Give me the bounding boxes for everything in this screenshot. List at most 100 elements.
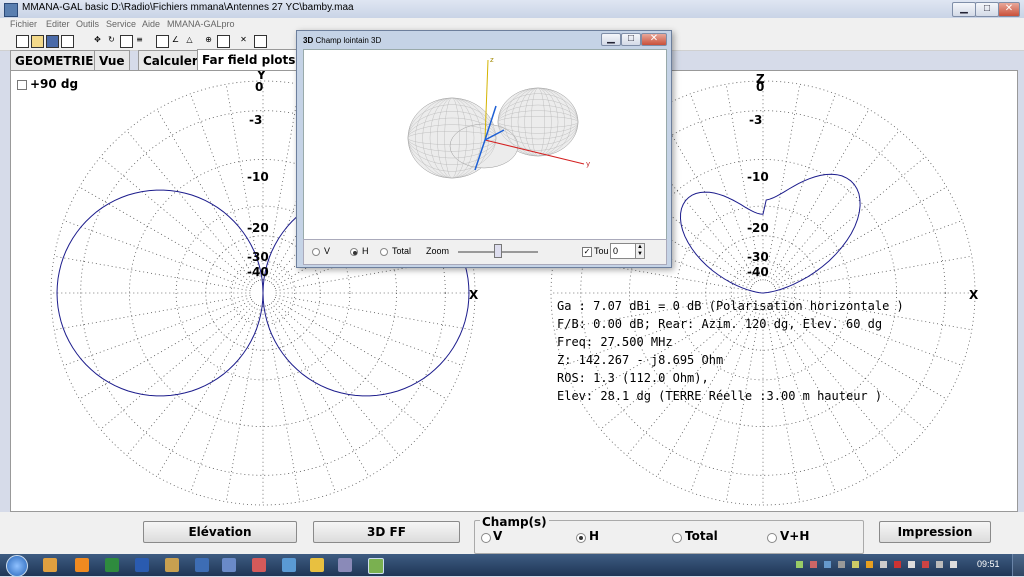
dialog-z-axis-label: z: [490, 56, 494, 64]
left-scale-3: -3: [249, 113, 262, 127]
tou-checkbox[interactable]: ✓: [582, 247, 592, 257]
pages-icon[interactable]: [217, 35, 230, 48]
grid-spoke: [100, 156, 254, 286]
grid-spoke: [770, 130, 900, 284]
champ-radio-h[interactable]: [576, 533, 586, 543]
grid-spoke: [769, 109, 870, 283]
champ-label-total: Total: [685, 529, 718, 543]
result-fb: F/B: 0.00 dB; Rear: Azim. 120 dg, Elev. …: [557, 317, 883, 331]
menu-outils[interactable]: Outils: [76, 19, 99, 29]
right-scale-0: 0: [756, 80, 764, 94]
volume-icon[interactable]: [950, 561, 957, 568]
dialog-close-button[interactable]: ✕: [641, 33, 667, 46]
tray-icon-6[interactable]: [866, 561, 873, 568]
dialog-label-h: H: [362, 246, 369, 256]
document-icon[interactable]: [156, 35, 169, 48]
menu-service[interactable]: Service: [106, 19, 136, 29]
triangle-icon[interactable]: △: [184, 35, 195, 46]
dialog-minimize-button[interactable]: ▁: [601, 33, 621, 46]
app-icon-7[interactable]: [222, 558, 236, 572]
zoom-slider-thumb[interactable]: [494, 244, 502, 258]
grid-spoke: [100, 300, 254, 430]
network-icon[interactable]: [936, 561, 943, 568]
tab-far-field-plots[interactable]: Far field plots: [197, 49, 301, 71]
dialog-radio-total[interactable]: [380, 248, 388, 256]
tray-icon-9[interactable]: [908, 561, 915, 568]
app-icon-6[interactable]: [195, 558, 209, 572]
tab-geometrie[interactable]: GEOMETRIE: [10, 50, 99, 70]
grid-spoke: [156, 303, 257, 477]
start-button[interactable]: [6, 555, 28, 577]
wires-icon[interactable]: ≡: [134, 35, 145, 46]
dialog-label-total: Total: [392, 246, 412, 256]
left-scale-10: -10: [247, 170, 269, 184]
grid-spoke: [264, 305, 301, 502]
info-icon[interactable]: [61, 35, 74, 48]
ff3d-button[interactable]: 3D FF: [313, 521, 460, 543]
menu-editer[interactable]: Editer: [46, 19, 70, 29]
taskbar: 09:51: [0, 554, 1024, 577]
champ-radio-v[interactable]: [481, 533, 491, 543]
tray-icon-5[interactable]: [852, 561, 859, 568]
excel-icon[interactable]: [105, 558, 119, 572]
tab-vue[interactable]: Vue: [94, 50, 130, 70]
mmana-taskbar-icon[interactable]: [368, 558, 384, 574]
calculator-icon[interactable]: [254, 35, 267, 48]
copy-icon[interactable]: [120, 35, 133, 48]
media-player-icon[interactable]: [75, 558, 89, 572]
tray-icon-4[interactable]: [838, 561, 845, 568]
tools-icon[interactable]: ✕: [238, 35, 249, 46]
tray-icon-8[interactable]: [894, 561, 901, 568]
dialog-radio-v[interactable]: [312, 248, 320, 256]
3d-pattern-render: z y: [407, 56, 590, 179]
left-scale-40: -40: [247, 265, 269, 279]
minimize-button[interactable]: ▁: [952, 2, 976, 17]
open-folder-icon[interactable]: [31, 35, 44, 48]
dialog-maximize-button[interactable]: □: [621, 33, 641, 46]
chrome-icon[interactable]: [310, 558, 324, 572]
far-field-3d-dialog: 3D Champ lointain 3D ▁ □ ✕ z y V H Total: [296, 30, 672, 268]
elevation-button[interactable]: Elévation: [143, 521, 297, 543]
title-bar: MMANA-GAL basic D:\Radio\Fichiers mmana\…: [0, 0, 1024, 19]
window-title: MMANA-GAL basic D:\Radio\Fichiers mmana\…: [22, 2, 354, 13]
target-icon[interactable]: ⊕: [203, 35, 214, 46]
champ-radio-total[interactable]: [672, 533, 682, 543]
word-icon[interactable]: [135, 558, 149, 572]
tou-label: Tou: [594, 246, 609, 256]
tray-icon-2[interactable]: [810, 561, 817, 568]
app-icon-9[interactable]: [282, 558, 296, 572]
menu-mmana-galpro[interactable]: MMANA-GALpro: [167, 19, 235, 29]
tray-icon-1[interactable]: [796, 561, 803, 568]
show-desktop-button[interactable]: [1012, 554, 1024, 576]
result-impedance: Z: 142.267 - j8.695 Ohm: [557, 353, 724, 367]
dialog-radio-h[interactable]: [350, 248, 358, 256]
result-gain: Ga : 7.07 dBi = 0 dB (Polarisation horiz…: [557, 299, 904, 313]
menu-aide[interactable]: Aide: [142, 19, 160, 29]
curve-icon[interactable]: ∠: [170, 35, 181, 46]
left-scale-20: -20: [247, 221, 269, 235]
explorer-icon[interactable]: [43, 558, 57, 572]
grid-spoke: [274, 296, 463, 366]
tou-spin-button[interactable]: ▲ ▼: [635, 243, 645, 259]
champ-radio-vh[interactable]: [767, 533, 777, 543]
menu-fichier[interactable]: Fichier: [10, 19, 37, 29]
3d-view-canvas[interactable]: z y: [303, 49, 667, 241]
app-icon-5[interactable]: [165, 558, 179, 572]
save-icon[interactable]: [46, 35, 59, 48]
rotate-icon[interactable]: ↻: [106, 35, 117, 46]
app-icon-11[interactable]: [338, 558, 352, 572]
tab-calculer[interactable]: Calculer: [138, 50, 203, 70]
maximize-button[interactable]: □: [975, 2, 999, 17]
close-button[interactable]: ✕: [998, 2, 1020, 17]
tray-icon-7[interactable]: [880, 561, 887, 568]
new-file-icon[interactable]: [16, 35, 29, 48]
move-icon[interactable]: ✥: [92, 35, 103, 46]
tou-value-field[interactable]: 0: [610, 243, 636, 259]
grid-spoke: [272, 300, 426, 430]
app-icon-8[interactable]: [252, 558, 266, 572]
grid-spoke: [126, 130, 256, 284]
print-button[interactable]: Impression: [879, 521, 991, 543]
tray-icon-3[interactable]: [824, 561, 831, 568]
results-block: Ga : 7.07 dBi = 0 dB (Polarisation horiz…: [557, 297, 904, 405]
tray-icon-10[interactable]: [922, 561, 929, 568]
